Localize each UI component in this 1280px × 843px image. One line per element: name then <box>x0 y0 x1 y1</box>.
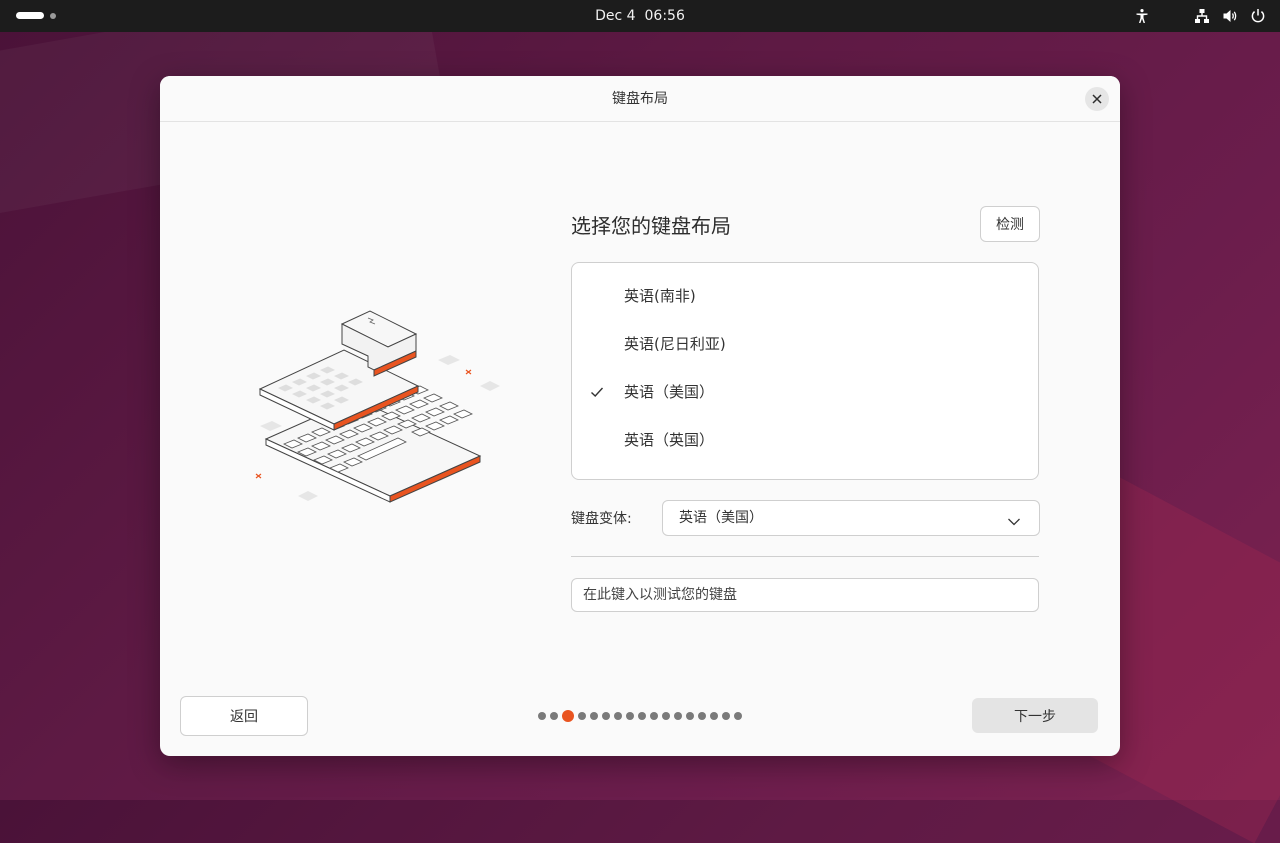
variant-value: 英语（美国） <box>679 510 763 526</box>
step-dot-active <box>562 710 574 722</box>
next-button[interactable]: 下一步 <box>972 698 1098 733</box>
installer-dialog: 键盘布局 选择您的键盘布局 检测 英语(南非) 英语(尼日利亚) 英语（美国） … <box>160 76 1120 756</box>
step-dot <box>626 712 634 720</box>
layout-label: 英语(南非) <box>624 287 696 305</box>
step-dot <box>538 712 546 720</box>
list-item[interactable]: 英语(南非) <box>572 272 1038 320</box>
keyboard-test-input[interactable] <box>571 578 1039 612</box>
step-dot <box>674 712 682 720</box>
checkmark-icon <box>590 384 604 403</box>
step-indicator <box>538 710 742 722</box>
system-tray[interactable] <box>1134 6 1266 26</box>
variant-label: 键盘变体: <box>571 511 632 527</box>
close-icon <box>1092 94 1102 104</box>
network-icon[interactable] <box>1194 8 1210 24</box>
variant-dropdown[interactable]: 英语（美国） <box>662 500 1040 536</box>
step-dot <box>590 712 598 720</box>
volume-icon[interactable] <box>1222 8 1238 24</box>
close-button[interactable] <box>1085 87 1109 111</box>
clock-time: 06:56 <box>644 8 685 24</box>
step-dot <box>550 712 558 720</box>
clock-date: Dec 4 <box>595 8 636 24</box>
dialog-title: 键盘布局 <box>612 91 668 107</box>
step-dot <box>578 712 586 720</box>
divider <box>571 556 1039 557</box>
keyboard-layout-list[interactable]: 英语(南非) 英语(尼日利亚) 英语（美国） 英语（英国） <box>571 262 1039 480</box>
list-item-selected[interactable]: 英语（美国） <box>572 368 1038 416</box>
keyboard-illustration <box>248 304 508 508</box>
step-dot <box>710 712 718 720</box>
layout-label: 英语（美国） <box>624 383 715 401</box>
page-heading: 选择您的键盘布局 <box>571 214 731 238</box>
step-dot <box>722 712 730 720</box>
step-dot <box>614 712 622 720</box>
step-dot <box>686 712 694 720</box>
back-button[interactable]: 返回 <box>180 696 308 736</box>
layout-label: 英语(尼日利亚) <box>624 335 726 353</box>
dialog-titlebar: 键盘布局 <box>160 76 1120 122</box>
list-item[interactable]: 英语（英国） <box>572 416 1038 464</box>
chevron-down-icon <box>1007 512 1021 531</box>
layout-label: 英语（英国） <box>624 431 715 449</box>
clock[interactable]: Dec 4 06:56 <box>0 0 1280 32</box>
step-dot <box>602 712 610 720</box>
step-dot <box>650 712 658 720</box>
accessibility-icon[interactable] <box>1134 8 1150 24</box>
power-icon[interactable] <box>1250 8 1266 24</box>
top-bar: Dec 4 06:56 <box>0 0 1280 32</box>
step-dot <box>734 712 742 720</box>
step-dot <box>662 712 670 720</box>
detect-button[interactable]: 检测 <box>980 206 1040 242</box>
step-dot <box>698 712 706 720</box>
step-dot <box>638 712 646 720</box>
list-item[interactable]: 英语(尼日利亚) <box>572 320 1038 368</box>
